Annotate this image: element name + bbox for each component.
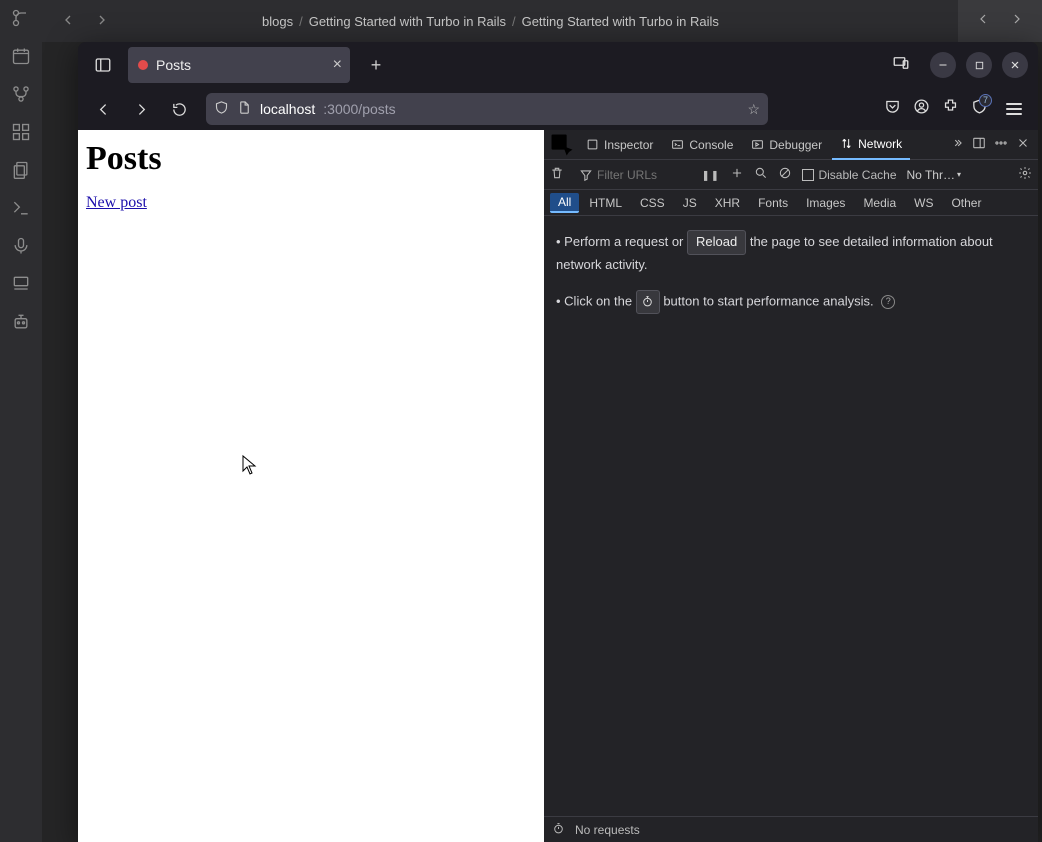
stopwatch-button[interactable] xyxy=(636,290,660,314)
branch-icon[interactable] xyxy=(9,82,33,106)
shield-icon[interactable] xyxy=(214,100,229,118)
page-info-icon[interactable] xyxy=(237,100,252,118)
perf-hint: • Click on the button to start performan… xyxy=(556,290,1026,314)
info-icon[interactable]: ? xyxy=(881,295,895,309)
network-toolbar: ❚❚ Disable Cache No Thr…▾ xyxy=(544,160,1038,190)
address-bar[interactable]: localhost :3000/posts ☆ xyxy=(206,93,768,125)
responsive-mode-icon[interactable] xyxy=(892,54,910,77)
new-post-link[interactable]: New post xyxy=(86,194,147,211)
account-icon[interactable] xyxy=(913,98,930,120)
filter-urls-field[interactable] xyxy=(574,165,692,185)
ide-activity-bar xyxy=(0,0,42,842)
window-close-button[interactable] xyxy=(1002,52,1028,78)
reload-pill-button[interactable]: Reload xyxy=(687,230,746,255)
pocket-icon[interactable] xyxy=(884,98,901,120)
reload-hint: • Perform a request or Reload the page t… xyxy=(556,230,1026,276)
files-icon[interactable] xyxy=(9,158,33,182)
browser-tab[interactable]: Posts × xyxy=(128,47,350,83)
pane-back-icon[interactable] xyxy=(975,11,991,32)
ide-split-nav xyxy=(958,0,1042,42)
ide-forward-icon[interactable] xyxy=(94,12,110,31)
dock-side-icon[interactable] xyxy=(972,136,986,153)
tab-debugger[interactable]: Debugger xyxy=(743,130,830,160)
ide-titlebar: blogs / Getting Started with Turbo in Ra… xyxy=(42,0,1042,42)
structure-icon[interactable] xyxy=(9,120,33,144)
ide-back-icon[interactable] xyxy=(60,12,76,31)
url-host: localhost xyxy=(260,101,315,117)
ublock-icon[interactable]: 7 xyxy=(971,98,988,120)
breadcrumb-segment[interactable]: Getting Started with Turbo in Rails xyxy=(522,14,719,29)
filter-xhr[interactable]: XHR xyxy=(707,194,748,212)
new-tab-button[interactable]: + xyxy=(362,51,390,79)
terminal-icon[interactable] xyxy=(9,196,33,220)
tab-close-icon[interactable]: × xyxy=(333,57,342,73)
search-icon[interactable] xyxy=(754,166,768,183)
minimize-button[interactable] xyxy=(930,52,956,78)
settings-gear-icon[interactable] xyxy=(1018,166,1032,183)
url-path: :3000/posts xyxy=(323,101,395,117)
tab-console[interactable]: Console xyxy=(663,130,741,160)
layers-icon[interactable] xyxy=(9,272,33,296)
tab-strip: Posts × + xyxy=(78,42,1038,88)
stopwatch-icon[interactable] xyxy=(552,822,565,838)
clear-icon[interactable] xyxy=(550,166,564,183)
disable-cache-checkbox[interactable]: Disable Cache xyxy=(802,168,896,182)
network-type-filters: All HTML CSS JS XHR Fonts Images Media W… xyxy=(544,190,1038,216)
block-icon[interactable] xyxy=(778,166,792,183)
forward-button[interactable] xyxy=(126,94,156,124)
filter-css[interactable]: CSS xyxy=(632,194,673,212)
pane-forward-icon[interactable] xyxy=(1009,11,1025,32)
sidebar-toggle-icon[interactable] xyxy=(88,50,118,80)
extensions-icon[interactable] xyxy=(942,98,959,120)
filter-media[interactable]: Media xyxy=(855,194,904,212)
filter-images[interactable]: Images xyxy=(798,194,853,212)
recording-indicator-icon xyxy=(138,60,148,70)
breadcrumb-segment[interactable]: blogs xyxy=(262,14,293,29)
devtools-menu-icon[interactable] xyxy=(994,136,1008,153)
element-picker-icon[interactable] xyxy=(548,131,576,159)
filter-other[interactable]: Other xyxy=(943,194,989,212)
browser-window: Posts × + localhost :3000/posts ☆ xyxy=(78,42,1038,842)
bookmark-star-icon[interactable]: ☆ xyxy=(747,101,760,118)
filter-js[interactable]: JS xyxy=(675,194,705,212)
network-statusbar: No requests xyxy=(544,816,1038,842)
mic-icon[interactable] xyxy=(9,234,33,258)
maximize-button[interactable] xyxy=(966,52,992,78)
tab-network[interactable]: Network xyxy=(832,130,910,160)
back-button[interactable] xyxy=(88,94,118,124)
devtools-tabbar: Inspector Console Debugger Network xyxy=(544,130,1038,160)
more-tabs-icon[interactable] xyxy=(950,136,964,153)
breadcrumb-separator: / xyxy=(512,14,516,29)
browser-toolbar: localhost :3000/posts ☆ 7 xyxy=(78,88,1038,130)
breadcrumb-separator: / xyxy=(299,14,303,29)
vcs-icon[interactable] xyxy=(9,6,33,30)
extension-badge: 7 xyxy=(979,94,992,107)
page-viewport: Posts New post xyxy=(78,130,544,842)
filter-html[interactable]: HTML xyxy=(581,194,630,212)
status-text: No requests xyxy=(575,823,640,837)
mouse-cursor-icon xyxy=(242,455,256,475)
tab-inspector[interactable]: Inspector xyxy=(578,130,661,160)
filter-input[interactable] xyxy=(597,168,687,182)
tab-title: Posts xyxy=(156,57,191,73)
calendar-icon[interactable] xyxy=(9,44,33,68)
filter-ws[interactable]: WS xyxy=(906,194,941,212)
robot-icon[interactable] xyxy=(9,310,33,334)
filter-icon xyxy=(579,168,593,182)
reload-button[interactable] xyxy=(164,94,194,124)
network-empty-body: • Perform a request or Reload the page t… xyxy=(544,216,1038,816)
devtools-panel: Inspector Console Debugger Network xyxy=(544,130,1038,842)
add-icon[interactable] xyxy=(730,166,744,183)
breadcrumb-segment[interactable]: Getting Started with Turbo in Rails xyxy=(309,14,506,29)
page-title: Posts xyxy=(86,140,536,178)
breadcrumb[interactable]: blogs / Getting Started with Turbo in Ra… xyxy=(262,14,719,29)
throttle-select[interactable]: No Thr…▾ xyxy=(907,168,961,182)
pause-recording-icon[interactable]: ❚❚ xyxy=(702,168,720,182)
hamburger-menu-icon[interactable] xyxy=(1000,103,1028,115)
filter-all[interactable]: All xyxy=(550,193,579,213)
devtools-close-icon[interactable] xyxy=(1016,136,1030,153)
filter-fonts[interactable]: Fonts xyxy=(750,194,796,212)
